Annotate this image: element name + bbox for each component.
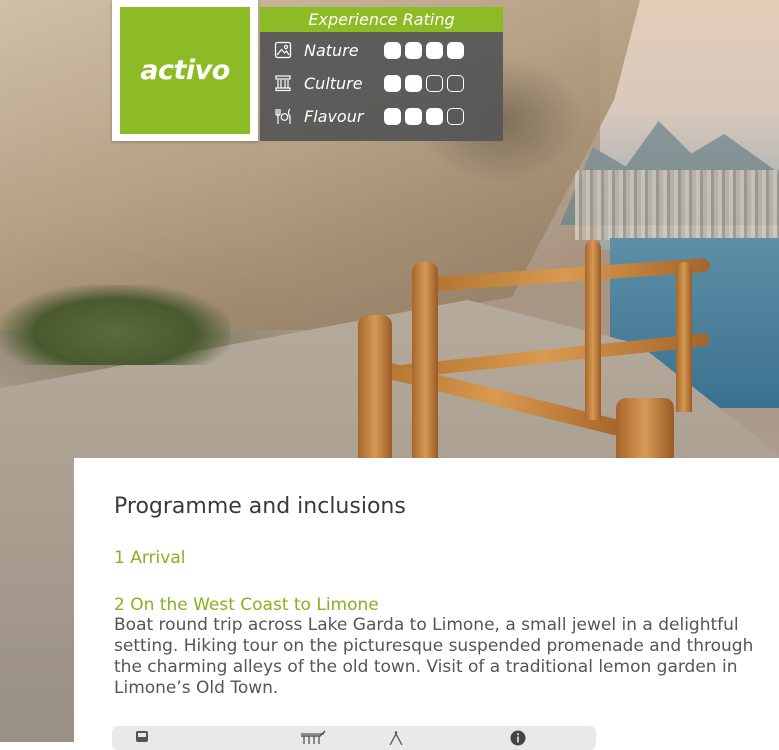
rating-square-filled	[405, 107, 422, 125]
rating-square-filled	[384, 107, 401, 125]
rating-title: Experience Rating	[260, 7, 503, 32]
day-features-bar	[112, 726, 596, 750]
dining-icon	[275, 108, 291, 124]
rating-square-filled	[447, 41, 464, 59]
rating-squares	[384, 74, 464, 92]
rating-label: Nature	[304, 40, 359, 60]
rating-row-nature: Nature	[274, 37, 464, 63]
logo-text: activo	[140, 55, 230, 86]
landscape-icon	[274, 41, 292, 59]
rating-square-filled	[405, 41, 422, 59]
hiking-icon	[389, 731, 403, 746]
railing-post	[412, 262, 438, 462]
temple-icon	[275, 75, 291, 92]
section-heading: Programme and inclusions	[114, 494, 406, 519]
rating-row-flavour: Flavour	[274, 103, 464, 129]
experience-rating-panel: Experience Rating Nature Culture Flavour	[260, 7, 503, 141]
rating-square-empty	[447, 74, 464, 92]
rating-square-filled	[426, 41, 443, 59]
lakeside-town	[575, 170, 779, 240]
rating-square-empty	[426, 74, 443, 92]
programme-section: Programme and inclusions 1 Arrival 2 On …	[74, 458, 779, 750]
day-description: Boat round trip across Lake Garda to Lim…	[114, 615, 754, 698]
rating-squares	[384, 41, 464, 59]
bus-icon	[136, 731, 148, 742]
rating-row-culture: Culture	[274, 70, 464, 96]
info-icon	[510, 730, 526, 746]
boat-icon	[301, 730, 326, 744]
rating-squares	[384, 107, 464, 125]
rating-square-filled	[405, 74, 422, 92]
day-title: 2 On the West Coast to Limone	[114, 595, 379, 615]
day-title: 1 Arrival	[114, 548, 186, 568]
rating-label: Flavour	[304, 106, 364, 126]
rating-square-filled	[384, 74, 401, 92]
brand-logo[interactable]: activo	[112, 0, 258, 141]
bushes	[0, 285, 230, 365]
rating-square-empty	[447, 107, 464, 125]
rating-square-filled	[384, 41, 401, 59]
railing-post	[585, 240, 601, 420]
rating-square-filled	[426, 107, 443, 125]
logo-badge: activo	[120, 7, 250, 134]
railing-post	[358, 315, 392, 475]
railing-post	[676, 262, 692, 412]
rating-label: Culture	[304, 73, 363, 93]
